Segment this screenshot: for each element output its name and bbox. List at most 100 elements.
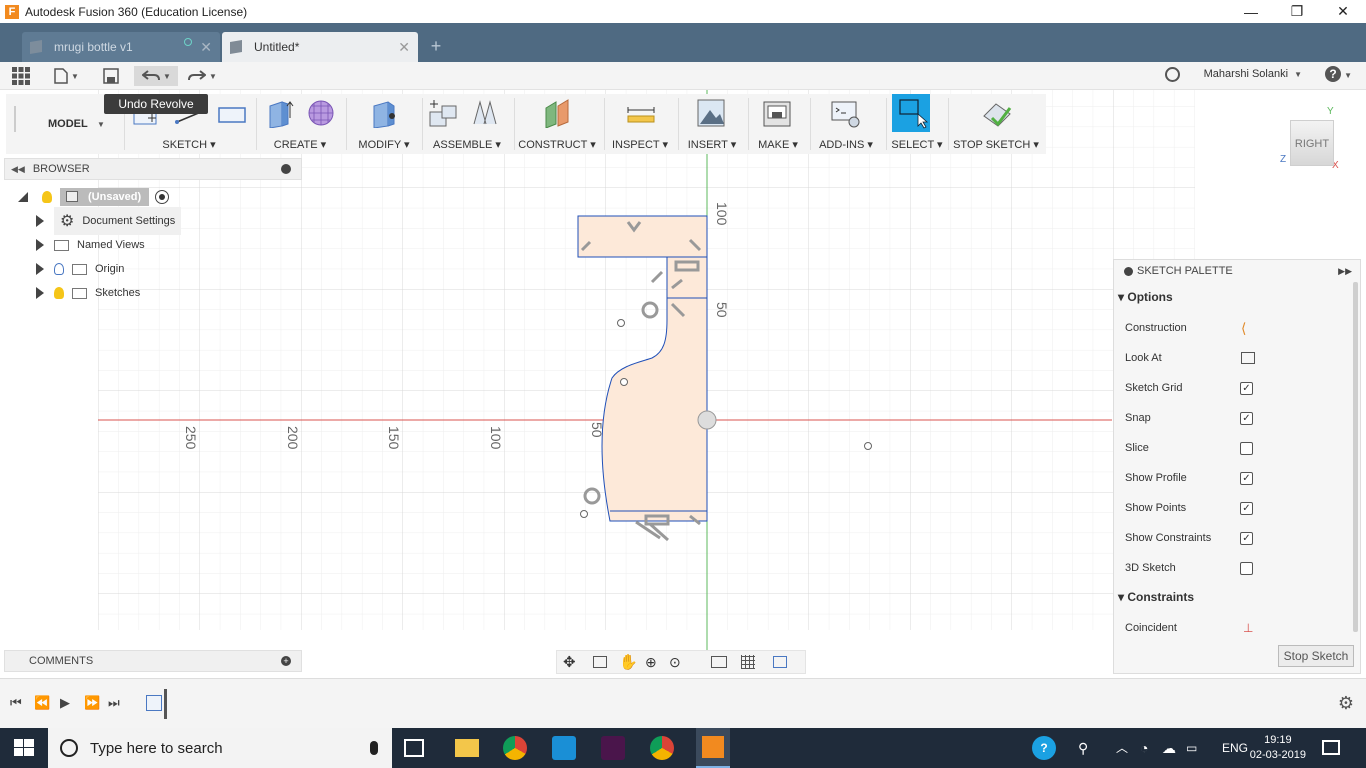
show-profile-checkbox[interactable]: ✓: [1240, 471, 1253, 485]
assemble-menu-label[interactable]: ASSEMBLE ▾: [426, 138, 508, 151]
fit-icon[interactable]: ⊙: [669, 654, 681, 671]
select-group[interactable]: SELECT ▾: [890, 94, 944, 154]
play-icon[interactable]: ▶: [60, 695, 70, 711]
battery-icon[interactable]: ▭: [1186, 736, 1210, 760]
browser-item-document-settings[interactable]: ⚙ Document Settings: [36, 207, 182, 235]
grid-settings-icon[interactable]: [741, 655, 755, 669]
view-cube[interactable]: RIGHT: [1290, 120, 1334, 166]
option-look-at[interactable]: Look At: [1125, 348, 1345, 368]
joint-icon[interactable]: [470, 98, 500, 128]
microphone-icon[interactable]: [370, 741, 378, 755]
rectangle-icon[interactable]: [216, 98, 246, 128]
3d-print-icon[interactable]: [762, 98, 792, 128]
workspace-switcher[interactable]: MODEL ▼: [10, 94, 118, 154]
step-back-icon[interactable]: ⏪: [34, 695, 50, 711]
expand-palette-icon[interactable]: ▶▶: [1338, 266, 1352, 277]
file-menu-icon[interactable]: ▼: [54, 66, 79, 86]
close-tab-button[interactable]: ✕: [398, 39, 410, 56]
viewports-icon[interactable]: [773, 656, 787, 668]
option-sketch-grid[interactable]: Sketch Grid ✓: [1125, 378, 1345, 398]
option-show-points[interactable]: Show Points ✓: [1125, 498, 1345, 518]
close-tab-button[interactable]: ✕: [200, 39, 212, 56]
select-menu-label[interactable]: SELECT ▾: [890, 138, 944, 151]
new-component-icon[interactable]: [428, 98, 458, 128]
add-comment-icon[interactable]: +: [281, 656, 291, 666]
option-construction[interactable]: Construction ⟨: [1125, 318, 1345, 338]
stop-sketch-icon[interactable]: [982, 98, 1012, 128]
data-panel-grid-icon[interactable]: [12, 66, 30, 86]
task-view-icon[interactable]: [404, 739, 424, 757]
insert-group[interactable]: INSERT ▾: [682, 94, 742, 154]
windows-start-icon[interactable]: [12, 736, 36, 760]
show-points-checkbox[interactable]: ✓: [1240, 501, 1253, 515]
step-forward-icon[interactable]: ⏩: [84, 695, 100, 711]
activate-radio-icon[interactable]: [155, 190, 170, 204]
show-constraints-checkbox[interactable]: ✓: [1240, 531, 1253, 545]
tab-mrugi-bottle[interactable]: mrugi bottle v1 ✕: [22, 32, 220, 62]
timeline-marker[interactable]: [164, 689, 167, 719]
sketch-grid-checkbox[interactable]: ✓: [1240, 381, 1253, 395]
slice-checkbox[interactable]: [1240, 441, 1253, 455]
network-icon[interactable]: ◔: [1140, 736, 1164, 760]
close-window-button[interactable]: ✕: [1320, 0, 1366, 23]
create-menu-label[interactable]: CREATE ▾: [262, 138, 338, 151]
undo-icon[interactable]: ▼: [134, 66, 178, 86]
constraints-section-header[interactable]: ▾ Constraints: [1118, 590, 1194, 604]
measure-icon[interactable]: [626, 98, 656, 128]
expand-triangle-icon[interactable]: [36, 287, 44, 299]
coincident-icon[interactable]: ⊥: [1243, 621, 1253, 635]
extrude-icon[interactable]: [264, 98, 294, 128]
make-menu-label[interactable]: MAKE ▾: [752, 138, 804, 151]
construct-group[interactable]: CONSTRUCT ▾: [518, 94, 596, 154]
palette-scrollbar[interactable]: [1353, 282, 1358, 632]
look-at-nav-icon[interactable]: [593, 656, 607, 668]
timeline-settings-gear-icon[interactable]: ⚙: [1338, 693, 1354, 714]
origin-point[interactable]: [697, 410, 717, 430]
fusion-taskbar-button[interactable]: [696, 728, 730, 768]
go-to-start-icon[interactable]: ⏮: [10, 695, 22, 711]
browser-item-named-views[interactable]: Named Views: [36, 234, 145, 256]
option-snap[interactable]: Snap ✓: [1125, 408, 1345, 428]
minimize-button[interactable]: —: [1228, 0, 1274, 23]
browser-pin-icon[interactable]: [281, 164, 291, 174]
option-3d-sketch[interactable]: 3D Sketch: [1125, 558, 1345, 578]
option-show-profile[interactable]: Show Profile ✓: [1125, 468, 1345, 488]
construct-menu-label[interactable]: CONSTRUCT ▾: [518, 138, 596, 151]
save-icon[interactable]: [103, 66, 119, 86]
expand-triangle-icon[interactable]: [36, 215, 44, 227]
visibility-bulb-icon[interactable]: [54, 263, 64, 275]
show-hidden-icons-chevron-icon[interactable]: ︿: [1116, 736, 1140, 760]
onedrive-cloud-icon[interactable]: ☁: [1162, 736, 1186, 760]
system-clock[interactable]: 19:19 02-03-2019: [1250, 733, 1306, 763]
chip-app-icon[interactable]: [552, 736, 576, 760]
file-explorer-icon[interactable]: [455, 739, 479, 757]
browser-root-node[interactable]: (Unsaved): [18, 186, 170, 208]
press-pull-icon[interactable]: [368, 98, 398, 128]
assemble-group[interactable]: ASSEMBLE ▾: [426, 94, 508, 154]
sketch-profile-top[interactable]: [577, 215, 708, 258]
display-settings-icon[interactable]: [711, 656, 727, 668]
add-ins-group[interactable]: ADD-INS ▾: [812, 94, 880, 154]
browser-item-sketches[interactable]: Sketches: [36, 282, 140, 304]
options-section-header[interactable]: ▾ Options: [1118, 290, 1173, 304]
inspect-group[interactable]: INSPECT ▾: [610, 94, 670, 154]
timeline-sketch-feature-icon[interactable]: [146, 695, 162, 711]
browser-panel-header[interactable]: ◀◀ BROWSER: [4, 158, 302, 180]
create-group[interactable]: CREATE ▾: [262, 94, 338, 154]
option-slice[interactable]: Slice: [1125, 438, 1345, 458]
orbit-icon[interactable]: ✥: [563, 653, 576, 671]
pan-hand-icon[interactable]: ✋: [619, 653, 638, 671]
constraint-coincident[interactable]: Coincident ⊥: [1125, 618, 1345, 638]
comments-panel-header[interactable]: COMMENTS +: [4, 650, 302, 672]
construction-icon[interactable]: ⟨: [1241, 320, 1246, 337]
insert-menu-label[interactable]: INSERT ▾: [682, 138, 742, 151]
collapse-browser-icon[interactable]: ◀◀: [11, 164, 25, 175]
expand-triangle-icon[interactable]: [36, 263, 44, 275]
form-icon[interactable]: [306, 98, 336, 128]
input-language[interactable]: ENG: [1222, 741, 1248, 755]
sketch-menu-label[interactable]: SKETCH ▾: [130, 138, 248, 151]
scripts-addins-icon[interactable]: [830, 98, 860, 128]
go-to-end-icon[interactable]: ⏭: [108, 695, 120, 711]
chrome-profile-icon[interactable]: [650, 736, 674, 760]
expand-triangle-icon[interactable]: [36, 239, 44, 251]
